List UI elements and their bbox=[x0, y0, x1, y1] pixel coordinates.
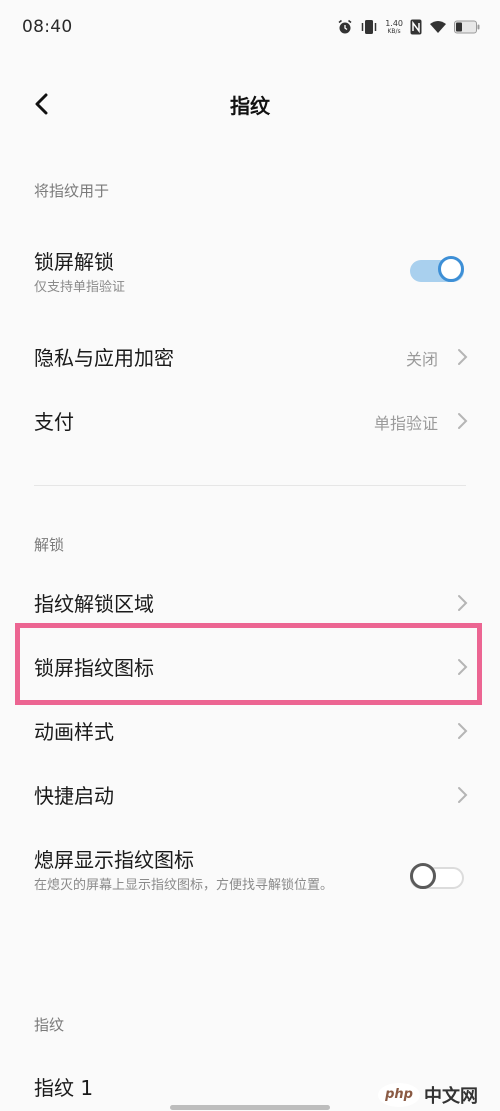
section-divider bbox=[34, 485, 466, 486]
row-title: 锁屏指纹图标 bbox=[34, 656, 154, 680]
chevron-right-icon bbox=[458, 349, 468, 365]
net-speed: 1.40 KB/s bbox=[385, 18, 403, 35]
row-title: 隐私与应用加密 bbox=[34, 346, 174, 370]
row-title: 指纹 1 bbox=[34, 1076, 94, 1100]
status-icons: 1.40 KB/s bbox=[337, 15, 480, 39]
row-lock-screen-unlock[interactable]: 锁屏解锁 仅支持单指验证 bbox=[0, 236, 500, 306]
header: 指纹 bbox=[0, 74, 500, 134]
chevron-right-icon bbox=[458, 659, 468, 675]
row-animation-style[interactable]: 动画样式 bbox=[0, 700, 500, 760]
net-speed-unit: KB/s bbox=[387, 27, 401, 35]
status-bar: 08:40 1.40 KB/s bbox=[0, 0, 500, 56]
row-title: 熄屏显示指纹图标 bbox=[34, 848, 194, 872]
screen-off-icon-toggle[interactable] bbox=[410, 863, 466, 893]
row-title: 锁屏解锁 bbox=[34, 250, 114, 274]
wifi-icon bbox=[429, 20, 447, 34]
nfc-icon bbox=[410, 19, 422, 35]
row-title: 指纹解锁区域 bbox=[34, 592, 154, 616]
page-title: 指纹 bbox=[230, 94, 270, 118]
home-indicator[interactable] bbox=[170, 1105, 330, 1110]
watermark-text: 中文网 bbox=[424, 1085, 478, 1107]
battery-icon bbox=[454, 20, 480, 34]
vibrate-icon bbox=[360, 19, 378, 35]
row-unlock-area[interactable]: 指纹解锁区域 bbox=[0, 572, 500, 632]
row-title: 支付 bbox=[34, 410, 74, 434]
watermark-logo: php bbox=[378, 1082, 420, 1107]
section-header-fingerprints: 指纹 bbox=[34, 1016, 65, 1034]
row-value: 关闭 bbox=[405, 350, 438, 369]
row-quick-launch[interactable]: 快捷启动 bbox=[0, 764, 500, 824]
row-value: 单指验证 bbox=[373, 414, 438, 433]
chevron-right-icon bbox=[458, 723, 468, 739]
watermark: php 中文网 bbox=[378, 1078, 500, 1111]
fingerprint-settings-screen: 08:40 1.40 KB/s 指纹 将指纹用于 锁屏解锁 仅支持单指验证 隐私… bbox=[0, 0, 500, 1111]
row-payment[interactable]: 支付 单指验证 bbox=[0, 390, 500, 450]
toggle-thumb bbox=[438, 256, 464, 282]
row-privacy-encryption[interactable]: 隐私与应用加密 关闭 bbox=[0, 326, 500, 386]
section-header-use-for: 将指纹用于 bbox=[34, 182, 110, 200]
section-header-unlock: 解锁 bbox=[34, 536, 65, 554]
row-lock-screen-fingerprint-icon[interactable]: 锁屏指纹图标 bbox=[0, 636, 500, 696]
alarm-icon bbox=[337, 19, 353, 35]
net-speed-value: 1.40 bbox=[385, 18, 403, 28]
row-subtitle: 仅支持单指验证 bbox=[34, 280, 126, 295]
lock-screen-unlock-toggle[interactable] bbox=[410, 256, 466, 286]
chevron-right-icon bbox=[458, 787, 468, 803]
row-title: 动画样式 bbox=[34, 720, 114, 744]
chevron-right-icon bbox=[458, 413, 468, 429]
chevron-right-icon bbox=[458, 595, 468, 611]
toggle-thumb bbox=[410, 863, 436, 889]
row-subtitle: 在熄灭的屏幕上显示指纹图标，方便找寻解锁位置。 bbox=[34, 878, 334, 893]
row-title: 快捷启动 bbox=[34, 784, 114, 808]
status-time: 08:40 bbox=[22, 17, 73, 37]
row-screen-off-fingerprint-icon[interactable]: 熄屏显示指纹图标 在熄灭的屏幕上显示指纹图标，方便找寻解锁位置。 bbox=[0, 834, 500, 924]
